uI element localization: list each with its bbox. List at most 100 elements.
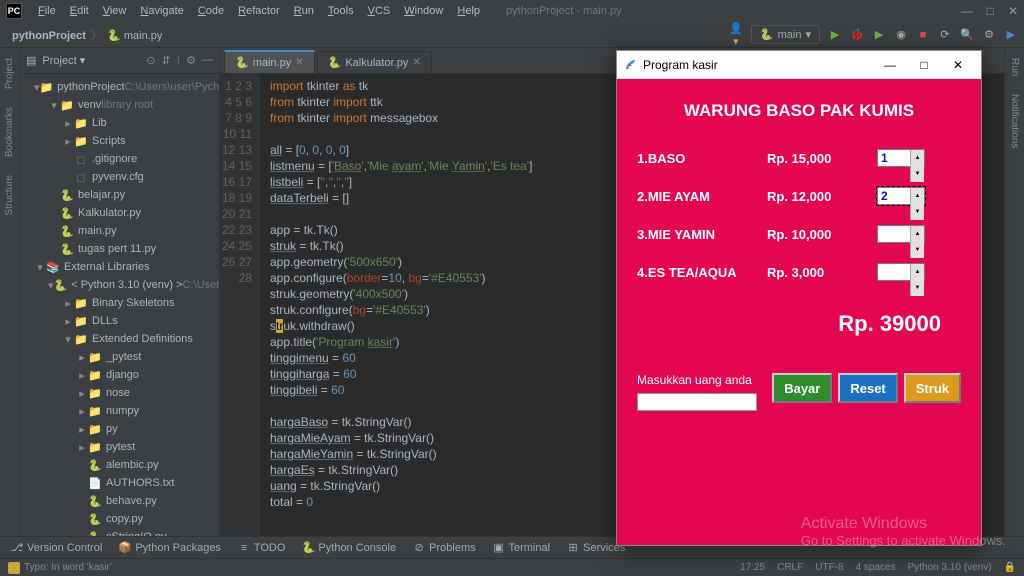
- tree-item[interactable]: 🐍cStringIO.py: [20, 528, 219, 536]
- tree-item[interactable]: 🐍behave.py: [20, 492, 219, 510]
- tk-qty-spinner[interactable]: ▲▼: [877, 225, 925, 243]
- spin-down-icon[interactable]: ▼: [910, 280, 924, 296]
- tk-minimize-icon[interactable]: —: [873, 52, 907, 78]
- status-encoding[interactable]: UTF-8: [815, 562, 843, 573]
- spin-up-icon[interactable]: ▲: [910, 188, 924, 204]
- run-config-combo[interactable]: 🐍 main ▾: [751, 25, 820, 44]
- breadcrumb-project[interactable]: pythonProject: [12, 30, 86, 42]
- run-icon[interactable]: ▶: [828, 28, 842, 41]
- bottom-tool-python-console[interactable]: 🐍 Python Console: [301, 541, 396, 554]
- menu-navigate[interactable]: Navigate: [134, 3, 189, 19]
- tree-item[interactable]: 🐍alembic.py: [20, 456, 219, 474]
- spin-down-icon[interactable]: ▼: [910, 166, 924, 182]
- tree-item[interactable]: ▸📁Lib: [20, 114, 219, 132]
- tk-pay-input[interactable]: [637, 393, 757, 411]
- tree-item[interactable]: ▾📁pythonProject C:\Users\user\PycharmPr: [20, 78, 219, 96]
- tk-maximize-icon[interactable]: □: [907, 52, 941, 78]
- tree-item[interactable]: 🐍belajar.py: [20, 186, 219, 204]
- tree-item[interactable]: ▸📁numpy: [20, 402, 219, 420]
- status-typo[interactable]: Typo: In word 'kasir': [24, 562, 112, 573]
- tree-item[interactable]: ▸📁_pytest: [20, 348, 219, 366]
- tree-item[interactable]: ◻pyvenv.cfg: [20, 168, 219, 186]
- menu-edit[interactable]: Edit: [64, 3, 95, 19]
- bottom-tool-version-control[interactable]: ⎇ Version Control: [10, 541, 102, 554]
- right-tab-run[interactable]: Run: [1009, 52, 1020, 82]
- menu-help[interactable]: Help: [451, 3, 486, 19]
- tree-item[interactable]: 🐍main.py: [20, 222, 219, 240]
- gear-icon[interactable]: ⚙: [186, 54, 196, 67]
- tree-item[interactable]: 🐍tugas pert 11.py: [20, 240, 219, 258]
- tree-item[interactable]: 🐍Kalkulator.py: [20, 204, 219, 222]
- tk-qty-spinner[interactable]: 1▲▼: [877, 149, 925, 167]
- spin-down-icon[interactable]: ▼: [910, 242, 924, 258]
- menu-file[interactable]: File: [32, 3, 62, 19]
- maximize-icon[interactable]: □: [987, 4, 994, 18]
- expand-all-icon[interactable]: ⇵: [161, 54, 170, 67]
- debug-icon[interactable]: 🐞: [850, 28, 864, 41]
- tree-item[interactable]: ▸📁pytest: [20, 438, 219, 456]
- tree-item[interactable]: ▾📚External Libraries: [20, 258, 219, 276]
- tree-item[interactable]: ▾🐍< Python 3.10 (venv) > C:\Users\user\: [20, 276, 219, 294]
- menu-window[interactable]: Window: [398, 3, 449, 19]
- tk-close-icon[interactable]: ✕: [941, 52, 975, 78]
- menu-code[interactable]: Code: [192, 3, 230, 19]
- run-anything-icon[interactable]: ▶: [1004, 28, 1018, 41]
- vcs-icon[interactable]: ⟳: [938, 28, 952, 41]
- status-interpreter[interactable]: Python 3.10 (venv): [908, 562, 992, 573]
- status-cursor[interactable]: 17:25: [740, 562, 765, 573]
- bottom-tool-todo[interactable]: ≡ TODO: [237, 542, 285, 554]
- editor-tab[interactable]: 🐍Kalkulator.py✕: [317, 51, 432, 73]
- search-icon[interactable]: 🔍: [960, 28, 974, 41]
- editor-tab[interactable]: 🐍main.py✕: [224, 50, 315, 73]
- settings-icon[interactable]: ⚙: [982, 28, 996, 41]
- user-icon[interactable]: 👤▾: [729, 22, 743, 48]
- tree-item[interactable]: ▸📁nose: [20, 384, 219, 402]
- tree-item[interactable]: ▸📁Binary Skeletons: [20, 294, 219, 312]
- hide-icon[interactable]: —: [202, 54, 213, 67]
- bottom-tool-terminal[interactable]: ▣ Terminal: [492, 541, 550, 554]
- tree-item[interactable]: ▸📁py: [20, 420, 219, 438]
- btn-bayar[interactable]: Bayar: [772, 373, 832, 403]
- tree-item[interactable]: ▸📁Scripts: [20, 132, 219, 150]
- btn-struk[interactable]: Struk: [904, 373, 961, 403]
- tab-close-icon[interactable]: ✕: [412, 57, 420, 68]
- left-tab-structure[interactable]: Structure: [4, 169, 15, 222]
- tree-item[interactable]: ▾📁venv library root: [20, 96, 219, 114]
- tree-item[interactable]: ▾📁Extended Definitions: [20, 330, 219, 348]
- spin-up-icon[interactable]: ▲: [910, 264, 924, 280]
- tree-item[interactable]: 📄AUTHORS.txt: [20, 474, 219, 492]
- menu-tools[interactable]: Tools: [322, 3, 360, 19]
- btn-reset[interactable]: Reset: [838, 373, 897, 403]
- tk-qty-spinner[interactable]: ▲▼: [877, 263, 925, 281]
- menu-refactor[interactable]: Refactor: [232, 3, 286, 19]
- bottom-tool-python-packages[interactable]: 📦 Python Packages: [118, 541, 221, 554]
- profile-icon[interactable]: ◉: [894, 28, 908, 41]
- tab-close-icon[interactable]: ✕: [295, 57, 303, 68]
- right-tab-notifications[interactable]: Notifications: [1009, 88, 1020, 154]
- menu-vcs[interactable]: VCS: [362, 3, 397, 19]
- bottom-tool-problems[interactable]: ⊘ Problems: [412, 541, 476, 554]
- breadcrumb-file[interactable]: main.py: [124, 30, 163, 42]
- collapse-all-icon[interactable]: ⁝: [177, 54, 181, 67]
- select-file-icon[interactable]: ⊙: [146, 54, 155, 67]
- tk-qty-spinner[interactable]: 2▲▼: [877, 187, 925, 205]
- tree-item[interactable]: ▸📁django: [20, 366, 219, 384]
- left-tab-project[interactable]: Project: [4, 52, 15, 95]
- project-tree[interactable]: ▾📁pythonProject C:\Users\user\PycharmPr▾…: [20, 74, 219, 536]
- status-eol[interactable]: CRLF: [777, 562, 803, 573]
- minimize-icon[interactable]: —: [961, 4, 973, 18]
- spin-down-icon[interactable]: ▼: [910, 204, 924, 220]
- menu-view[interactable]: View: [97, 3, 133, 19]
- lock-icon[interactable]: 🔒: [1004, 562, 1016, 573]
- status-indent[interactable]: 4 spaces: [856, 562, 896, 573]
- close-icon[interactable]: ✕: [1008, 4, 1018, 18]
- typo-warning-icon[interactable]: [8, 562, 20, 574]
- tree-item[interactable]: ▸📁DLLs: [20, 312, 219, 330]
- run-coverage-icon[interactable]: ▶: [872, 28, 886, 41]
- spin-up-icon[interactable]: ▲: [910, 150, 924, 166]
- menu-run[interactable]: Run: [288, 3, 320, 19]
- tree-item[interactable]: ◻.gitignore: [20, 150, 219, 168]
- tree-item[interactable]: 🐍copy.py: [20, 510, 219, 528]
- left-tab-bookmarks[interactable]: Bookmarks: [4, 101, 15, 163]
- project-panel-title[interactable]: Project ▾: [42, 54, 140, 67]
